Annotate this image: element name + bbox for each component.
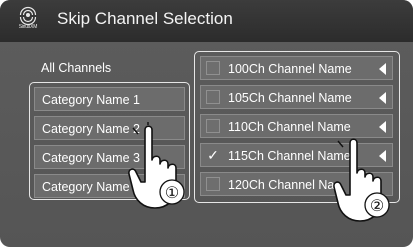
channel-arrow-icon[interactable] [379,121,386,133]
channel-arrow-icon[interactable] [379,63,386,75]
page-title: Skip Channel Selection [57,9,233,28]
channel-arrow-icon[interactable] [379,92,386,104]
header-bar: SiriusXM Skip Channel Selection [0,0,413,42]
category-item-1[interactable]: Category Name 1 [34,87,185,111]
channel-item-105[interactable]: 105Ch Channel Name [200,85,393,109]
logo-text: SiriusXM [18,24,38,30]
hand-pointer-icon: ② [333,138,390,222]
siriusxm-logo: SiriusXM [15,6,41,36]
callout-2: ② [370,198,384,215]
check-mark-icon[interactable]: ✓ [206,148,220,162]
channel-checkbox[interactable] [206,177,220,191]
callout-1: ① [165,185,179,202]
channel-item-100[interactable]: 100Ch Channel Name [200,56,393,80]
satellite-waves-icon [19,6,37,26]
hand-pointer-icon: ① [128,122,185,209]
channel-label: 120Ch Channel Na [228,178,335,192]
channel-checkbox[interactable] [206,90,220,104]
all-channels-button[interactable]: All Channels [41,61,111,75]
channel-label: 105Ch Channel Name [228,91,352,105]
channel-checkbox[interactable] [206,61,220,75]
channel-checkbox[interactable] [206,119,220,133]
channel-label: 100Ch Channel Name [228,62,352,76]
channel-label: 110Ch Channel Name [228,120,351,134]
